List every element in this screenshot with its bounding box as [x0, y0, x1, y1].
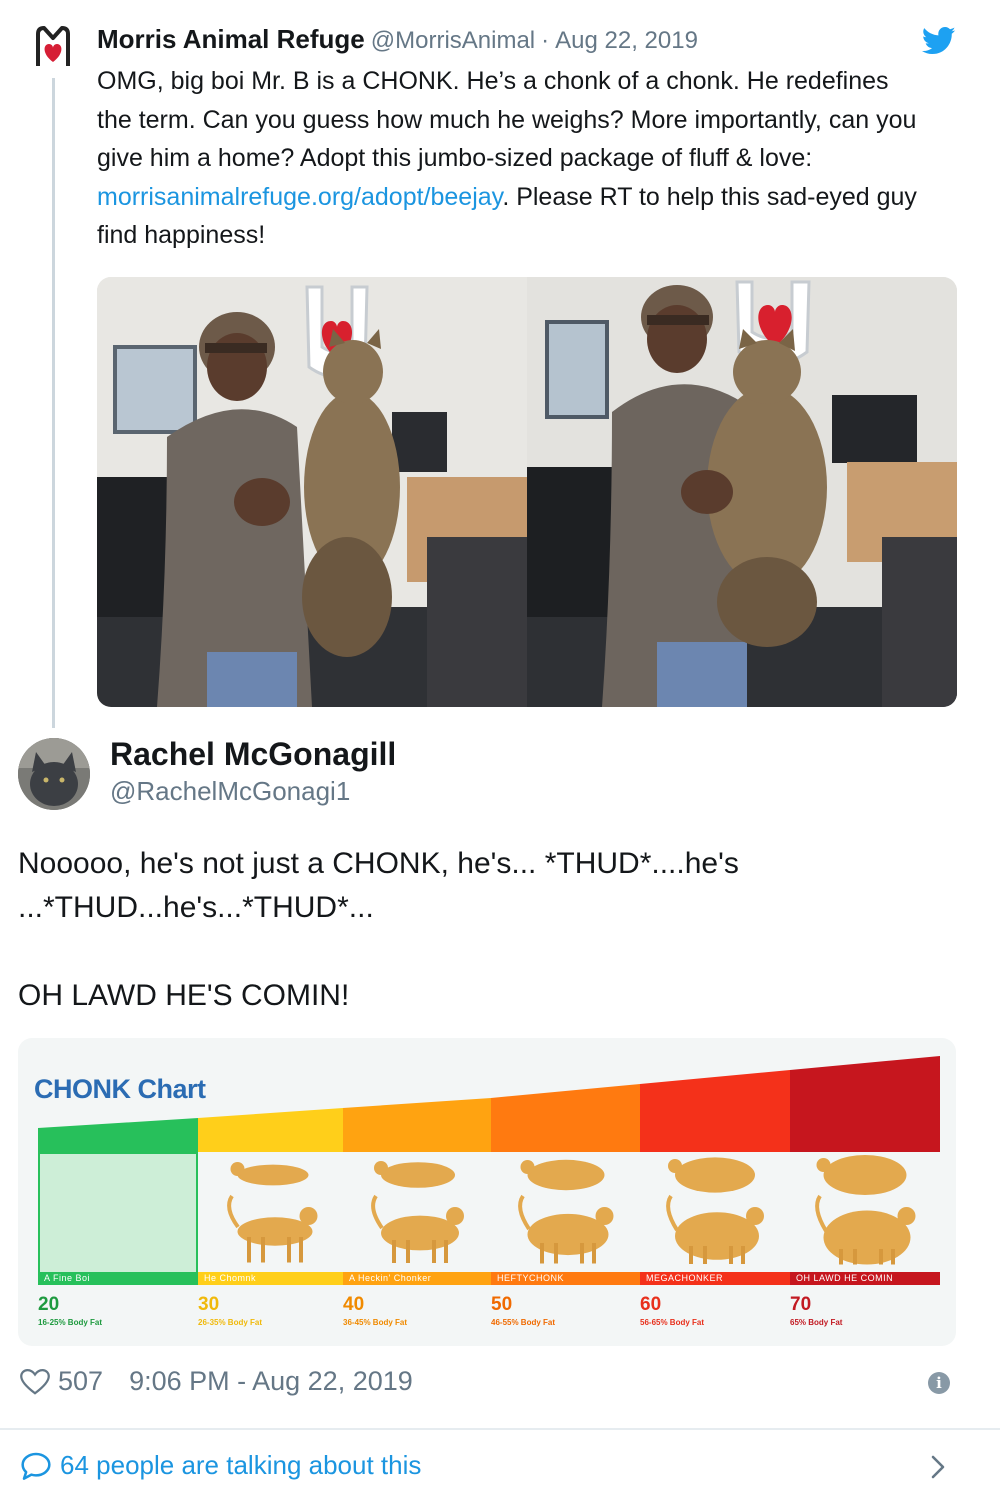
like-row: 507 9:06 PM - Aug 22, 2019 — [20, 1366, 413, 1397]
chonk-level-60 — [640, 1152, 790, 1277]
reply-timestamp[interactable]: 9:06 PM - Aug 22, 2019 — [129, 1366, 413, 1397]
wedge-segment-30 — [198, 1108, 343, 1152]
reply-avatar[interactable] — [18, 738, 90, 810]
parent-tweet-text: OMG, big boi Mr. B is a CHONK. He’s a ch… — [97, 62, 927, 255]
chonk-level-body-fat: 16-25% Body Fat — [38, 1318, 103, 1327]
chonk-level-body-fat: 65% Body Fat — [790, 1318, 843, 1327]
chonk-level-label: MEGACHONKER — [640, 1272, 790, 1285]
chonk-level-body-fat: 26-35% Body Fat — [198, 1318, 263, 1327]
chonk-level-value: 20 — [38, 1294, 60, 1315]
footer-divider — [0, 1428, 1000, 1430]
chonk-level-50 — [491, 1152, 641, 1277]
info-icon[interactable]: i — [928, 1372, 950, 1394]
chonk-level-label: HEFTYCHONK — [491, 1272, 641, 1285]
wedge-segment-50 — [491, 1084, 640, 1152]
chonk-level-body-fat: 46-55% Body Fat — [491, 1318, 556, 1327]
parent-tweet-date[interactable]: Aug 22, 2019 — [555, 27, 698, 54]
wedge-segment-20 — [38, 1118, 198, 1152]
morris-heart-logo-icon — [36, 26, 70, 66]
chonk-level-label: A Fine Boi — [38, 1272, 198, 1285]
chonk-level-body-fat: 56-65% Body Fat — [640, 1318, 705, 1327]
wedge-segment-70 — [790, 1056, 940, 1152]
reply-line-3: OH LAWD HE'S COMIN! — [18, 979, 350, 1012]
chevron-right-icon[interactable] — [928, 1452, 948, 1482]
parent-text-body: OMG, big boi Mr. B is a CHONK. He’s a ch… — [97, 67, 917, 172]
chonk-level-40 — [343, 1152, 493, 1277]
photo-woman-holding-cat-2[interactable] — [527, 277, 957, 707]
chonk-level-20 — [38, 1152, 198, 1277]
wedge-segment-60 — [640, 1070, 790, 1152]
reply-line-1: Nooooo, he's not just a CHONK, he's... *… — [18, 847, 739, 880]
talking-count-text: 64 people are talking about this — [60, 1450, 422, 1480]
chonk-level-body-fat: 36-45% Body Fat — [343, 1318, 408, 1327]
chonk-level-value: 40 — [343, 1294, 365, 1315]
twitter-bird-icon[interactable] — [922, 26, 956, 56]
like-count[interactable]: 507 — [58, 1366, 103, 1397]
photo-woman-holding-cat-1[interactable] — [97, 277, 527, 707]
reply-author-name[interactable]: Rachel McGonagill — [110, 736, 396, 773]
chonk-level-label: A Heckin' Chonker — [343, 1272, 493, 1285]
wedge-segment-40 — [343, 1098, 491, 1152]
speech-bubble-icon — [21, 1452, 51, 1480]
heart-icon[interactable] — [20, 1368, 50, 1396]
reply-line-2: ...*THUD...he's...*THUD*... — [18, 891, 374, 924]
chonk-chart-image[interactable]: CHONK Chart A Fine Boi 20 16-25% Body Fat H… — [18, 1038, 956, 1346]
parent-author-handle[interactable]: @MorrisAnimal — [371, 27, 535, 54]
adopt-link[interactable]: morrisanimalrefuge.org/adopt/beejay — [97, 183, 502, 211]
reply-author-handle[interactable]: @RachelMcGonagi1 — [110, 776, 350, 807]
chonk-level-label: He Chomnk — [198, 1272, 348, 1285]
chonk-level-value: 70 — [790, 1294, 812, 1315]
thread-connector — [52, 78, 55, 728]
photo-grid — [97, 277, 957, 707]
parent-tweet-header: Morris Animal Refuge @MorrisAnimal · Aug 22… — [97, 24, 698, 55]
reply-tweet-text: Nooooo, he's not just a CHONK, he's... *… — [18, 842, 938, 1018]
parent-author-name[interactable]: Morris Animal Refuge — [97, 24, 365, 54]
chonk-level-value: 50 — [491, 1294, 513, 1315]
header-separator: · — [541, 27, 550, 54]
chonk-level-value: 30 — [198, 1294, 220, 1315]
conversation-link[interactable]: 64 people are talking about this — [20, 1450, 421, 1481]
chonk-level-label: OH LAWD HE COMIN — [790, 1272, 940, 1285]
chonk-level-70 — [790, 1152, 940, 1277]
quoted-tweet: Morris Animal Refuge @MorrisAnimal · Aug 22… — [0, 0, 1000, 728]
chonk-level-30 — [198, 1152, 348, 1277]
cat-photo-avatar — [18, 738, 90, 810]
chonk-level-value: 60 — [640, 1294, 662, 1315]
morris-logo-avatar[interactable] — [28, 22, 78, 72]
